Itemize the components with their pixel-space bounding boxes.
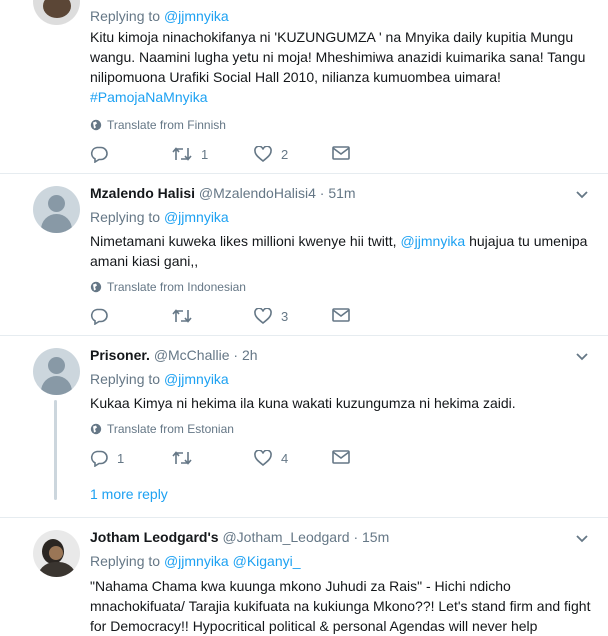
tweet-text: Kukaa Kimya ni hekima ila kuna wakati ku… (90, 395, 516, 411)
globe-icon (90, 281, 102, 293)
tweet-text: Kitu kimoja ninachokifanya ni 'KUZUNGUMZ… (90, 29, 586, 105)
like-button[interactable]: 4 (254, 450, 288, 466)
thread-dots (54, 484, 57, 502)
mention-link[interactable]: @jjmnyika (164, 209, 229, 225)
direct-message-button[interactable] (332, 450, 350, 464)
mention-link[interactable]: @Kiganyi_ (233, 553, 301, 569)
mention-link[interactable]: @jjmnyika (164, 8, 229, 24)
reply-button[interactable]: 1 (90, 450, 124, 467)
translate-link[interactable]: Translate from Finnish (90, 118, 226, 132)
mention-link[interactable]: @jjmnyika (164, 371, 229, 387)
more-replies-link[interactable]: 1 more reply (90, 486, 168, 502)
user-handle[interactable]: @MzalendoHalisi4 (199, 185, 316, 201)
tweet-actions: 1 4 (90, 450, 390, 470)
reply-icon (90, 146, 108, 163)
translate-link[interactable]: Translate from Indonesian (90, 280, 246, 294)
replying-to: Replying to @jjmnyika @Kiganyi_ (90, 553, 301, 569)
user-handle[interactable]: @Jotham_Leodgard (222, 529, 349, 545)
chevron-down-icon[interactable] (575, 534, 589, 544)
replying-to: Replying to @jjmnyika (90, 8, 229, 24)
timestamp[interactable]: 2h (242, 347, 258, 363)
reply-icon (90, 450, 108, 467)
mention-link[interactable]: @jjmnyika (164, 553, 229, 569)
translate-link[interactable]: Translate from Estonian (90, 422, 234, 436)
like-button[interactable]: 2 (254, 146, 288, 162)
like-icon (254, 308, 272, 324)
user-name[interactable]: Mzalendo Halisi (90, 185, 195, 201)
tweet-actions: 1 2 (90, 146, 390, 166)
chevron-down-icon[interactable] (575, 190, 589, 200)
dm-icon (332, 308, 350, 322)
avatar[interactable] (33, 0, 80, 25)
tweet-text: Nimetamani kuweka likes millioni kwenye … (90, 233, 588, 269)
retweet-icon (172, 309, 192, 323)
tweet[interactable]: Replying to @jjmnyika Kitu kimoja ninach… (0, 0, 608, 174)
like-button[interactable]: 3 (254, 308, 288, 324)
replying-to: Replying to @jjmnyika (90, 371, 229, 387)
dm-icon (332, 146, 350, 160)
replying-to: Replying to @jjmnyika (90, 209, 229, 225)
retweet-button[interactable] (172, 308, 201, 324)
tweet[interactable]: Prisoner. @McChallie · 2h Replying to @j… (0, 336, 608, 518)
retweet-button[interactable] (172, 450, 201, 466)
retweet-icon (172, 451, 192, 465)
like-icon (254, 146, 272, 162)
reply-icon (90, 308, 108, 325)
timestamp[interactable]: 15m (362, 529, 389, 545)
mention-link[interactable]: @jjmnyika (400, 233, 465, 249)
like-icon (254, 450, 272, 466)
globe-icon (90, 423, 102, 435)
user-name[interactable]: Jotham Leodgard's (90, 529, 219, 545)
reply-button[interactable] (90, 146, 117, 163)
tweet-text: "Nahama Chama kwa kuunga mkono Juhudi za… (90, 578, 591, 634)
chevron-down-icon[interactable] (575, 352, 589, 362)
hashtag-link[interactable]: #PamojaNaMnyika (90, 89, 208, 105)
globe-icon (90, 119, 102, 131)
tweet-header: Prisoner. @McChallie · 2h (90, 347, 258, 363)
retweet-icon (172, 147, 192, 161)
avatar[interactable] (33, 186, 80, 233)
reply-button[interactable] (90, 308, 117, 325)
direct-message-button[interactable] (332, 308, 350, 322)
avatar[interactable] (33, 348, 80, 395)
direct-message-button[interactable] (332, 146, 350, 160)
tweet-header: Mzalendo Halisi @MzalendoHalisi4 · 51m (90, 185, 356, 201)
timestamp[interactable]: 51m (328, 185, 355, 201)
tweet[interactable]: Jotham Leodgard's @Jotham_Leodgard · 15m… (0, 518, 608, 636)
retweet-button[interactable]: 1 (172, 146, 208, 162)
tweet-actions: 3 (90, 308, 390, 328)
user-name[interactable]: Prisoner. (90, 347, 150, 363)
tweet-header: Jotham Leodgard's @Jotham_Leodgard · 15m (90, 529, 390, 545)
tweet[interactable]: Mzalendo Halisi @MzalendoHalisi4 · 51m R… (0, 174, 608, 336)
user-handle[interactable]: @McChallie (154, 347, 230, 363)
dm-icon (332, 450, 350, 464)
avatar[interactable] (33, 530, 80, 577)
